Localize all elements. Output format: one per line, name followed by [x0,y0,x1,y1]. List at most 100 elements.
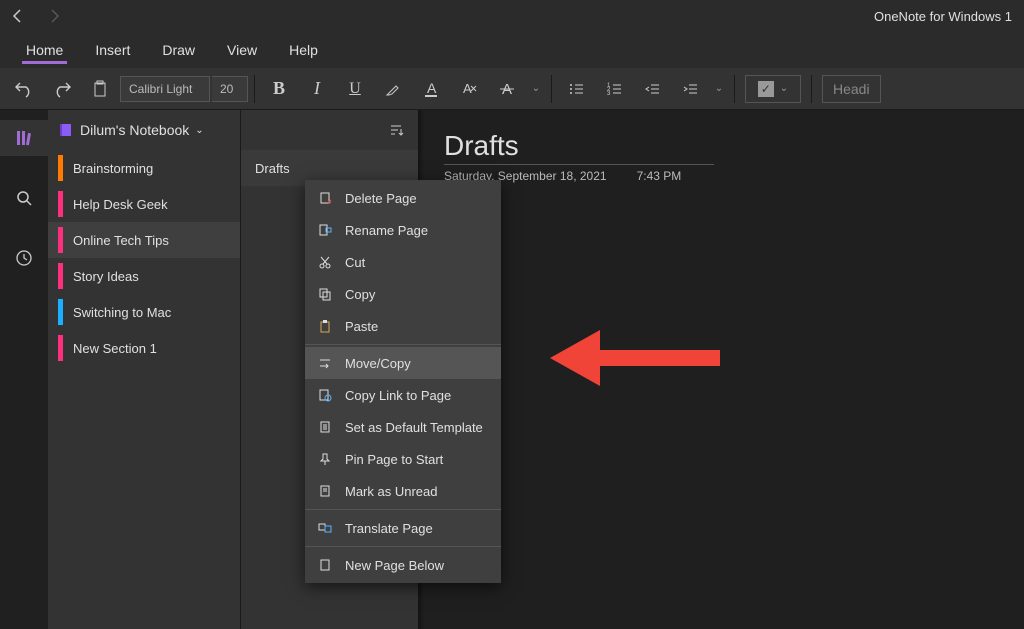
delete-icon [317,190,333,206]
notebook-icon [58,122,74,138]
notebook-name: Dilum's Notebook [80,122,189,138]
highlight-button[interactable] [375,72,411,106]
sort-pages-icon[interactable] [388,122,404,138]
context-menu-label: Move/Copy [345,356,411,371]
font-name-input[interactable]: Calibri Light [120,76,210,102]
context-menu-item[interactable]: Delete Page [305,182,501,214]
rename-icon [317,222,333,238]
link-page-icon [317,387,333,403]
section-color [58,191,63,217]
section-color [58,299,63,325]
section-color [58,263,63,289]
context-menu-label: Paste [345,319,378,334]
context-menu-item[interactable]: Pin Page to Start [305,443,501,475]
menu-view[interactable]: View [211,36,273,64]
section-label: New Section 1 [73,341,157,356]
notebook-dropdown[interactable]: Dilum's Notebook ⌄ [48,110,240,150]
annotation-arrow [550,326,730,390]
context-menu-item[interactable]: Move/Copy [305,347,501,379]
page-title[interactable]: Drafts [444,130,714,165]
clipboard-button[interactable] [82,72,118,106]
section-item[interactable]: Switching to Mac [48,294,240,330]
menu-draw[interactable]: Draw [146,36,211,64]
forward-button[interactable] [46,8,62,24]
section-color [58,335,63,361]
copy-icon [317,286,333,302]
context-menu-label: Pin Page to Start [345,452,443,467]
font-more-dropdown[interactable]: ⌄ [527,83,545,94]
pin-icon [317,451,333,467]
context-menu-label: Set as Default Template [345,420,483,435]
font-size-input[interactable]: 20 [212,76,248,102]
section-item[interactable]: Online Tech Tips [48,222,240,258]
move-icon [317,355,333,371]
strike-button[interactable]: A [489,72,525,106]
svg-text:A: A [463,81,472,96]
page-time: 7:43 PM [637,169,682,183]
context-menu-item[interactable]: Mark as Unread [305,475,501,507]
number-list-button[interactable]: 123 [596,72,632,106]
context-menu-item[interactable]: New Page Below [305,549,501,581]
section-item[interactable]: Brainstorming [48,150,240,186]
context-menu-item[interactable]: Cut [305,246,501,278]
new-page-icon [317,557,333,573]
context-menu-label: Delete Page [345,191,417,206]
notebooks-icon[interactable] [0,120,48,156]
outdent-button[interactable] [634,72,670,106]
context-menu-label: Translate Page [345,521,433,536]
todo-tag-button[interactable]: ✓ ⌄ [745,75,801,103]
italic-button[interactable]: I [299,72,335,106]
recent-icon[interactable] [0,240,48,276]
context-menu-item[interactable]: Rename Page [305,214,501,246]
section-label: Story Ideas [73,269,139,284]
context-menu-label: Copy Link to Page [345,388,451,403]
sections-panel: Dilum's Notebook ⌄ Brainstorming Help Des… [48,110,240,629]
context-menu-label: Mark as Unread [345,484,437,499]
section-label: Online Tech Tips [73,233,169,248]
separator [305,546,501,547]
context-menu-item[interactable]: Translate Page [305,512,501,544]
section-item[interactable]: Help Desk Geek [48,186,240,222]
indent-button[interactable] [672,72,708,106]
svg-text:3: 3 [607,91,611,97]
section-item[interactable]: New Section 1 [48,330,240,366]
menu-home[interactable]: Home [10,36,79,64]
undo-button[interactable] [6,72,42,106]
underline-button[interactable]: U [337,72,373,106]
font-color-button[interactable]: A [413,72,449,106]
heading-style-button[interactable]: Headi [822,75,881,103]
context-menu-label: Copy [345,287,375,302]
menu-help[interactable]: Help [273,36,334,64]
context-menu-label: Rename Page [345,223,428,238]
back-button[interactable] [10,8,26,24]
unread-icon [317,483,333,499]
section-label: Help Desk Geek [73,197,168,212]
cut-icon [317,254,333,270]
clear-format-button[interactable]: A [451,72,487,106]
section-color [58,227,63,253]
bold-button[interactable]: B [261,72,297,106]
navigation-rail [0,110,48,629]
context-menu-item[interactable]: Copy [305,278,501,310]
check-icon: ✓ [758,81,774,97]
context-menu: Delete Page Rename Page Cut Copy Paste Move/C… [305,180,501,583]
section-item[interactable]: Story Ideas [48,258,240,294]
redo-button[interactable] [44,72,80,106]
section-label: Brainstorming [73,161,153,176]
template-icon [317,419,333,435]
svg-text:A: A [427,80,437,96]
para-more-dropdown[interactable]: ⌄ [710,83,728,94]
paste-icon [317,318,333,334]
context-menu-item[interactable]: Set as Default Template [305,411,501,443]
section-label: Switching to Mac [73,305,171,320]
section-color [58,155,63,181]
separator [305,509,501,510]
context-menu-item[interactable]: Copy Link to Page [305,379,501,411]
search-icon[interactable] [0,180,48,216]
menu-insert[interactable]: Insert [79,36,146,64]
separator [305,344,501,345]
context-menu-item[interactable]: Paste [305,310,501,342]
toolbar: Calibri Light 20 B I U A A A ⌄ 123 ⌄ ✓ ⌄… [0,68,1024,110]
app-title: OneNote for Windows 1 [62,9,1014,24]
bullet-list-button[interactable] [558,72,594,106]
